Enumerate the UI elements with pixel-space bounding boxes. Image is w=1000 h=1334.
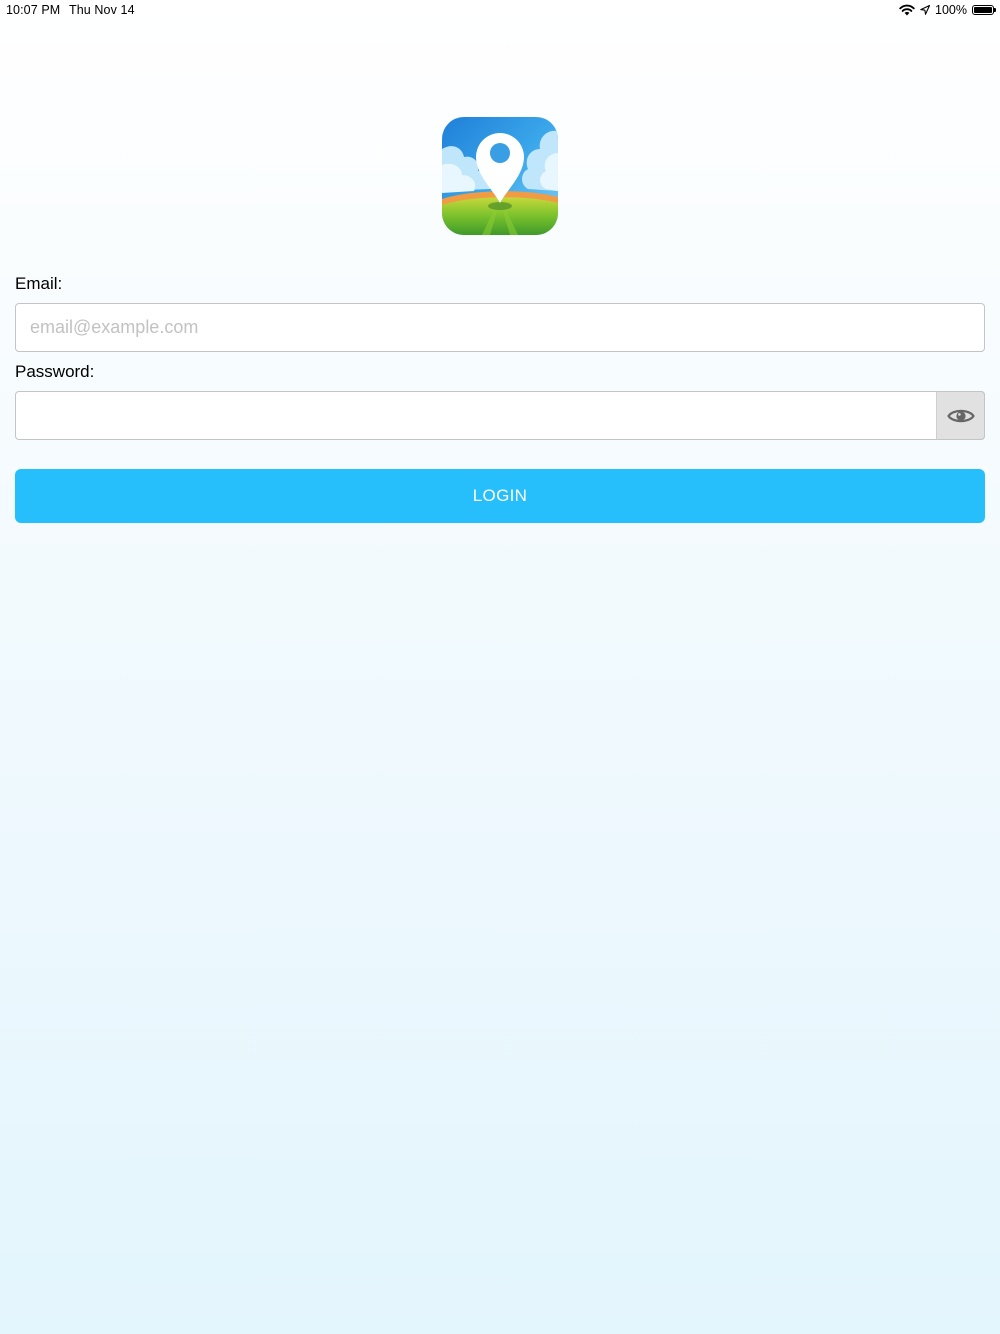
toggle-password-visibility-button[interactable]: [936, 391, 985, 440]
eye-icon: [946, 409, 975, 422]
email-label: Email:: [15, 274, 63, 293]
login-button[interactable]: LOGIN: [15, 469, 985, 523]
wifi-icon: [899, 4, 915, 16]
battery-nub: [994, 8, 996, 12]
map-pin-landscape-icon: [442, 117, 558, 235]
password-label: Password:: [15, 362, 95, 381]
status-time: 10:07 PM: [6, 3, 61, 17]
status-date: Thu Nov 14: [69, 3, 135, 17]
app-logo: [442, 117, 558, 235]
status-indicators: 100%: [899, 2, 996, 18]
status-bar: 10:07 PM Thu Nov 14 100%: [0, 0, 1000, 20]
location-arrow-icon: [920, 5, 931, 15]
battery-level: [974, 7, 992, 13]
password-field[interactable]: [15, 391, 985, 440]
battery-percent: 100%: [935, 3, 967, 17]
battery-icon: [972, 5, 996, 15]
email-field[interactable]: [15, 303, 985, 352]
